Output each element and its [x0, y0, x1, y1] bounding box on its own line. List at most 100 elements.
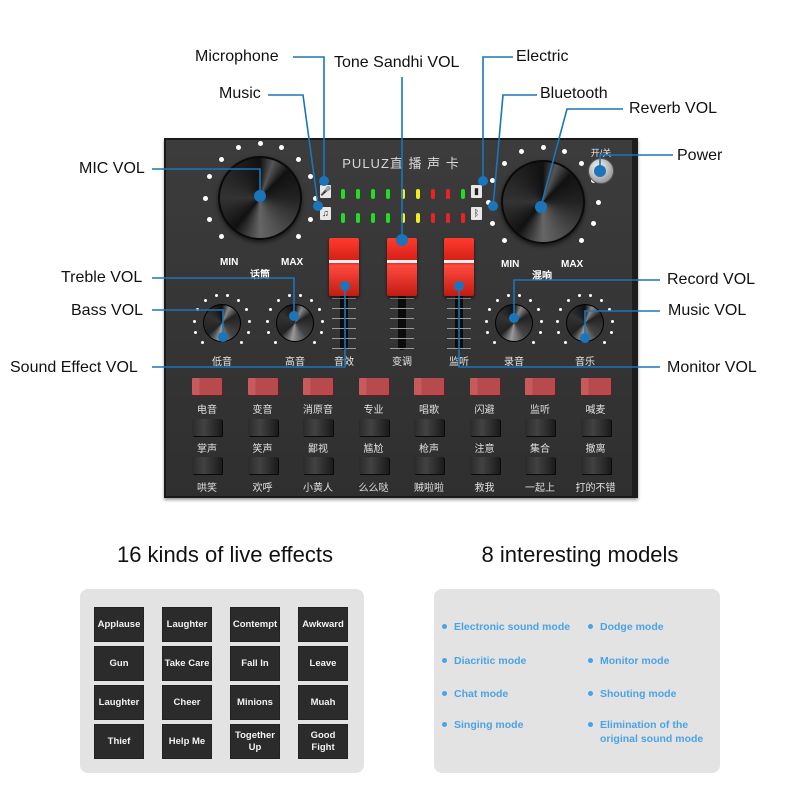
- mode-button-label: 消原音: [303, 405, 333, 416]
- bullet-icon: [442, 722, 447, 727]
- fader-label: 变调: [392, 357, 412, 368]
- meter-led: [461, 189, 465, 199]
- effect-button[interactable]: [192, 457, 222, 474]
- effect-tile: Contempt: [230, 607, 280, 642]
- bullet-icon: [442, 691, 447, 696]
- reverb-vol-knob[interactable]: [501, 160, 585, 244]
- effect-button-label: 一起上: [525, 483, 555, 494]
- knob-scale-dot: [489, 220, 495, 226]
- mode-button[interactable]: [192, 378, 222, 395]
- fader-tick: [332, 348, 356, 349]
- knob-scale-dot: [495, 299, 499, 303]
- mode-button[interactable]: [525, 378, 555, 395]
- knob-scale-dot: [487, 308, 491, 312]
- meter-led: [341, 213, 345, 223]
- mode-button-label: 喊麦: [585, 405, 606, 416]
- meter-led: [401, 189, 405, 199]
- mode-item: Dodge mode: [588, 620, 718, 634]
- mode-button[interactable]: [580, 378, 611, 395]
- callout-microphone: Microphone: [195, 48, 279, 65]
- effect-button[interactable]: [247, 419, 278, 436]
- knob-scale-dot: [484, 319, 488, 323]
- effect-tile: Muah: [298, 685, 348, 720]
- fader-tick: [332, 308, 356, 309]
- music-indicator-icon: ♫: [320, 207, 331, 220]
- knob-scale-dot: [485, 199, 491, 205]
- fader-tick: [390, 298, 414, 299]
- effect-button[interactable]: [414, 457, 444, 474]
- power-button[interactable]: [588, 158, 614, 184]
- mode-item: Shouting mode: [588, 687, 718, 701]
- mode-button-label: 变音: [252, 405, 273, 416]
- knob-scale-dot: [203, 299, 207, 303]
- fader-tick: [332, 298, 356, 299]
- mode-item: Elimination of the original sound mode: [588, 718, 718, 746]
- knob-scale-dot: [595, 199, 601, 205]
- effect-button[interactable]: [469, 419, 500, 436]
- fader-tick: [447, 338, 471, 339]
- effect-button[interactable]: [525, 457, 555, 474]
- fader-tick: [390, 348, 414, 349]
- effect-button-label: 枪声: [419, 444, 439, 455]
- small-knob-4[interactable]: [566, 304, 604, 342]
- mode-button[interactable]: [303, 378, 333, 395]
- mode-item-label: Shouting mode: [600, 688, 677, 700]
- mode-item: Singing mode: [442, 718, 594, 732]
- small-knob-3[interactable]: [495, 304, 533, 342]
- effect-button[interactable]: [358, 457, 389, 474]
- callout-power: Power: [677, 147, 723, 164]
- meter-led: [416, 189, 420, 199]
- effect-tile: Laughter: [162, 607, 212, 642]
- bullet-icon: [588, 722, 593, 727]
- effect-tile: Awkward: [298, 607, 348, 642]
- fader-tick: [332, 318, 356, 319]
- mic-vol-knob[interactable]: [218, 156, 302, 240]
- mode-button[interactable]: [469, 378, 500, 395]
- effect-button[interactable]: [303, 419, 333, 436]
- effect-tile: Fall In: [230, 646, 280, 681]
- fader-1-handle[interactable]: [329, 238, 359, 296]
- meter-led: [431, 213, 435, 223]
- effect-button[interactable]: [469, 457, 500, 474]
- knob-scale-dot: [561, 148, 567, 154]
- mode-item-label: Monitor mode: [600, 655, 670, 667]
- effect-button[interactable]: [247, 457, 278, 474]
- effect-button[interactable]: [414, 419, 444, 436]
- meter-led: [386, 213, 390, 223]
- fader-3-handle[interactable]: [444, 238, 474, 296]
- mode-button[interactable]: [358, 378, 389, 395]
- knob-scale-dot: [506, 294, 510, 298]
- fader-tick: [390, 328, 414, 329]
- effect-button[interactable]: [303, 457, 333, 474]
- effect-button[interactable]: [580, 419, 611, 436]
- fader-tick: [390, 308, 414, 309]
- fader-tick: [447, 328, 471, 329]
- knob-scale-dot: [540, 144, 546, 150]
- callout-reverb-vol: Reverb VOL: [629, 100, 718, 117]
- effect-button-label: 撤离: [585, 444, 606, 455]
- mode-item: Monitor mode: [588, 654, 718, 668]
- small-knob-label: 低音: [212, 357, 232, 368]
- fader-tick: [447, 298, 471, 299]
- effect-button[interactable]: [358, 419, 389, 436]
- effect-button-label: 笑声: [252, 444, 273, 455]
- electric-indicator-icon: ▮: [471, 185, 482, 198]
- effect-button-label: 小黄人: [303, 483, 333, 494]
- effect-button[interactable]: [192, 419, 222, 436]
- fader-2-handle[interactable]: [387, 238, 417, 296]
- effect-button[interactable]: [525, 419, 555, 436]
- callout-treble-vol: Treble VOL: [61, 269, 143, 286]
- small-knob-label: 高音: [285, 357, 305, 368]
- fader-tick: [332, 328, 356, 329]
- mode-button[interactable]: [414, 378, 444, 395]
- small-knob-2[interactable]: [276, 304, 314, 342]
- mode-button[interactable]: [247, 378, 278, 395]
- effect-button[interactable]: [580, 457, 611, 474]
- effect-button-label: 救我: [474, 483, 495, 494]
- knob-scale-dot: [501, 160, 507, 166]
- knob-scale-dot: [265, 319, 269, 323]
- bullet-icon: [588, 624, 593, 629]
- effect-button-label: 尴尬: [363, 444, 384, 455]
- bullet-icon: [588, 691, 593, 696]
- small-knob-1[interactable]: [203, 304, 241, 342]
